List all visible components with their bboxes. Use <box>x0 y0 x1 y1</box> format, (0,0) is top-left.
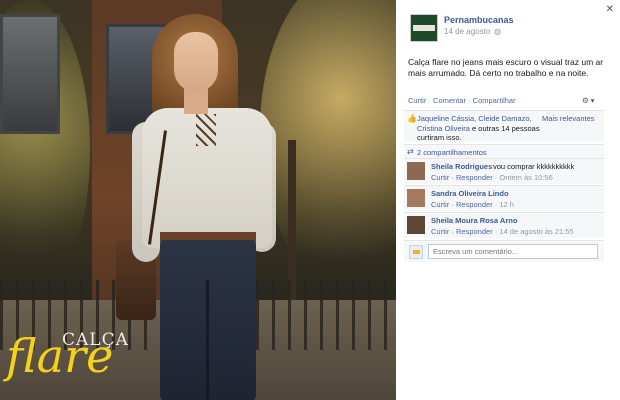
globe-icon[interactable]: ◍ <box>494 27 501 36</box>
shares-summary[interactable]: ⇄ 2 compartilhamentos <box>404 144 604 158</box>
separator: · <box>468 96 471 105</box>
write-comment-box <box>404 240 604 262</box>
post-actions: Curtir · Comentar · Compartilhar <box>408 96 516 105</box>
window-left <box>0 14 60 134</box>
likes-summary: 👍 Jaqueline Cássia, Cleide Damazo, Crist… <box>404 110 604 142</box>
comment-meta: Curtir · Responder · 14 de agosto às 21:… <box>431 227 574 236</box>
avatar[interactable] <box>407 216 425 234</box>
post-photo[interactable]: CALÇA flare <box>0 0 396 400</box>
brand-text-flare: flare <box>6 329 114 383</box>
comment-author[interactable]: Sheila Rodrigues <box>431 162 492 171</box>
flare-jeans <box>160 240 256 400</box>
page-name-link[interactable]: Pernambucanas <box>444 15 514 25</box>
avatar[interactable] <box>407 189 425 207</box>
most-relevant-button[interactable]: Mais relevantes <box>542 114 595 123</box>
comment-meta: Curtir · Responder · Ontem às 10:56 <box>431 173 553 182</box>
comment-item: Sandra Oliveira Lindo Curtir · Responder… <box>404 185 604 211</box>
post-timestamp[interactable]: 14 de agosto <box>444 27 490 36</box>
page-avatar[interactable] <box>410 14 438 42</box>
comment-item: Sheila Rodrigues vou comprar kkkkkkkkkk … <box>404 158 604 184</box>
comment-actions[interactable]: Curtir · Responder <box>431 227 493 236</box>
comment-time[interactable]: Ontem às 10:56 <box>499 173 552 182</box>
post-text: Calça flare no jeans mais escuro o visua… <box>408 57 604 78</box>
shares-count[interactable]: 2 compartilhamentos <box>417 148 487 157</box>
close-icon[interactable]: ✕ <box>606 4 614 15</box>
comment-item: Sheila Moura Rosa Arno Curtir · Responde… <box>404 212 604 238</box>
comment-body: vou comprar kkkkkkkkkk <box>493 162 575 171</box>
face <box>174 32 218 92</box>
separator: · <box>428 96 431 105</box>
comment-meta: Curtir · Responder · 12 h <box>431 200 514 209</box>
avatar[interactable] <box>407 162 425 180</box>
comment-actions[interactable]: Curtir · Responder <box>431 173 493 182</box>
comment-author[interactable]: Sandra Oliveira Lindo <box>431 189 509 198</box>
post-side-panel: ✕ Pernambucanas 14 de agosto ◍ Calça fla… <box>396 0 620 400</box>
share-icon: ⇄ <box>407 147 414 156</box>
comment-input[interactable] <box>428 244 598 259</box>
comment-time[interactable]: 12 h <box>499 200 514 209</box>
comment-button[interactable]: Comentar <box>433 96 466 105</box>
avatar <box>409 245 423 259</box>
thumbs-up-icon: 👍 <box>407 114 417 123</box>
logo-icon <box>413 25 435 31</box>
comment-actions[interactable]: Curtir · Responder <box>431 200 493 209</box>
blouse-lacing <box>196 114 216 146</box>
gear-icon[interactable]: ⚙ ▾ <box>582 96 595 105</box>
comment-author[interactable]: Sheila Moura Rosa Arno <box>431 216 517 225</box>
likes-text: Jaqueline Cássia, Cleide Damazo, Cristin… <box>417 114 547 143</box>
model-figure <box>116 10 300 400</box>
like-button[interactable]: Curtir <box>408 96 426 105</box>
share-button[interactable]: Compartilhar <box>473 96 516 105</box>
comment-time[interactable]: 14 de agosto às 21:55 <box>499 227 573 236</box>
